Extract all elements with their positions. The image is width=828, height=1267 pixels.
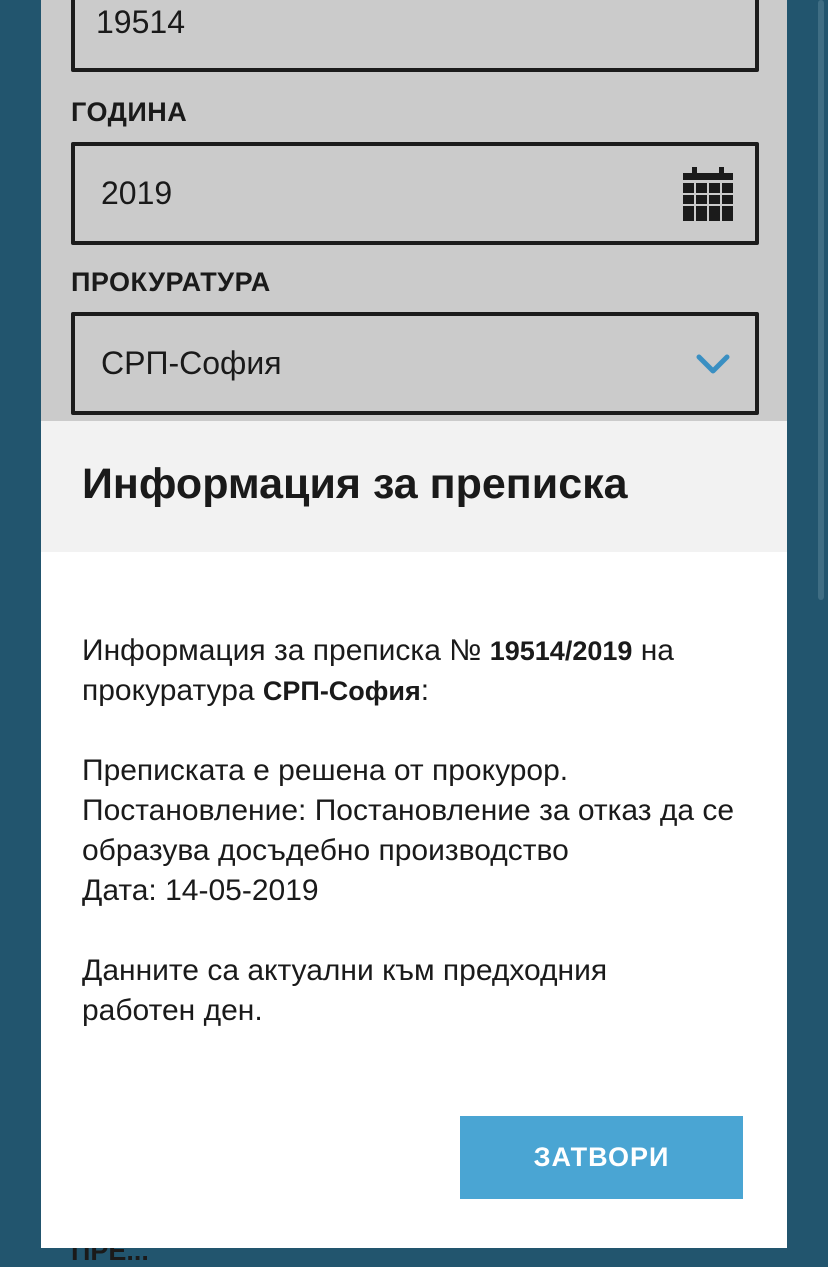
case-info-prefix: Информация за преписка № <box>82 634 490 667</box>
case-status: Преписката е решена от прокурор. <box>82 754 569 787</box>
prosecution-select-value: СРП-София <box>101 345 282 381</box>
case-info-text: Информация за преписка № 19514/2019 на п… <box>82 631 762 711</box>
prosecution-prefix: прокуратура <box>82 674 263 707</box>
dialog-title: Информация за преписка <box>82 460 628 508</box>
year-label: ГОДИНА <box>71 97 188 127</box>
year-field[interactable]: 2019 <box>71 142 759 245</box>
number-field[interactable]: 19514 <box>71 0 759 72</box>
page-scrollbar[interactable] <box>818 0 824 600</box>
prosecution-label: ПРОКУРАТУРА <box>71 267 271 297</box>
case-info-dialog: Информация за преписка Информация за пре… <box>41 421 787 1248</box>
case-date: Дата: 14-05-2019 <box>82 874 319 907</box>
data-freshness-note: Данните са актуални към предходния работ… <box>82 954 608 1027</box>
prosecution-select[interactable]: СРП-София <box>71 312 759 415</box>
close-button[interactable]: ЗАТВОРИ <box>460 1116 743 1199</box>
dialog-header: Информация за преписка <box>41 421 787 552</box>
prosecution-name: СРП-София <box>262 676 421 706</box>
case-decision: Постановление: Постановление за отказ да… <box>82 794 735 867</box>
prosecution-suffix: : <box>420 674 430 707</box>
case-info-mid: на <box>632 634 674 667</box>
number-field-value: 19514 <box>96 4 185 40</box>
dialog-body: Информация за преписка № 19514/2019 на п… <box>82 631 762 1031</box>
case-number: 19514/2019 <box>489 636 633 666</box>
calendar-icon[interactable] <box>683 167 733 221</box>
year-field-value: 2019 <box>101 175 173 211</box>
chevron-down-icon[interactable] <box>696 354 730 376</box>
